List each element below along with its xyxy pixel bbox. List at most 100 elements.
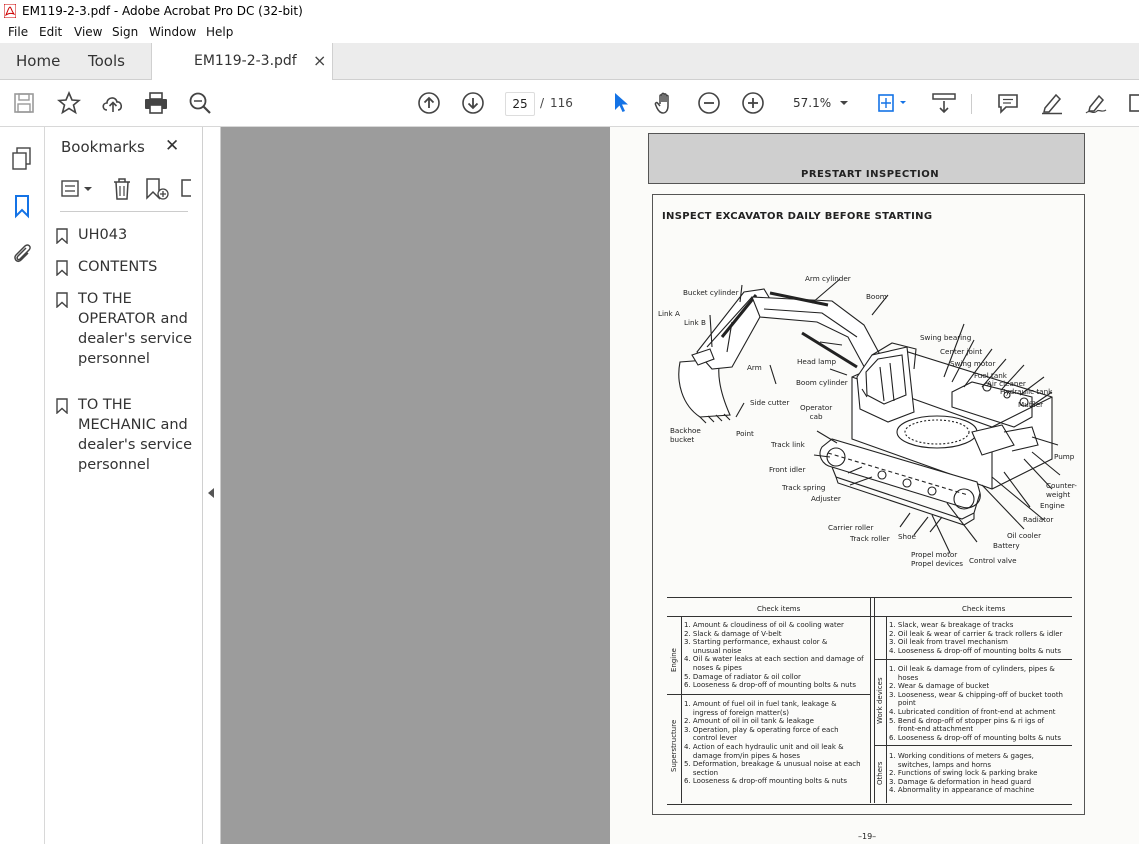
label-boom: Boom bbox=[866, 292, 887, 301]
new-bookmark-icon[interactable] bbox=[143, 177, 171, 201]
comment-icon[interactable] bbox=[995, 91, 1021, 115]
label-track-roller: Track roller bbox=[850, 534, 890, 543]
label-control-valve: Control valve bbox=[969, 556, 1017, 565]
page-total: 116 bbox=[550, 96, 573, 110]
bookmark-icon bbox=[56, 292, 68, 308]
page-header-title: PRESTART INSPECTION bbox=[801, 169, 940, 180]
left-rail bbox=[0, 127, 45, 844]
label-counterweight: Counter- weight bbox=[1046, 481, 1077, 499]
highlight-pen-icon[interactable] bbox=[1039, 91, 1065, 115]
tab-tools[interactable]: Tools bbox=[88, 43, 125, 79]
bookmark-options-icon[interactable] bbox=[60, 177, 96, 201]
zoom-search-icon[interactable] bbox=[188, 91, 214, 115]
toolbar: 25 / 116 57.1% bbox=[0, 80, 1139, 127]
bookmark-item[interactable]: TO THE MECHANIC and dealer's service per… bbox=[56, 395, 202, 475]
bookmark-icon bbox=[56, 398, 68, 414]
delete-trash-icon[interactable] bbox=[109, 177, 135, 201]
bookmarks-panel-icon[interactable] bbox=[10, 192, 34, 220]
table-header-rule bbox=[667, 616, 1072, 617]
star-bookmark-icon[interactable] bbox=[56, 91, 82, 115]
zoom-in-icon[interactable] bbox=[740, 91, 766, 115]
bookmarks-panel: Bookmarks ✕ UH043 CONTENTS TO THE OPERAT… bbox=[45, 127, 203, 844]
label-arm: Arm bbox=[747, 363, 762, 372]
window-title: EM119-2-3.pdf - Adobe Acrobat Pro DC (32… bbox=[22, 4, 303, 18]
menu-bar: File Edit View Sign Window Help bbox=[0, 22, 1139, 43]
next-page-icon[interactable] bbox=[460, 91, 486, 115]
bookmark-item[interactable]: TO THE OPERATOR and dealer's service per… bbox=[56, 289, 202, 369]
label-adjuster: Adjuster bbox=[811, 494, 841, 503]
upload-cloud-icon[interactable] bbox=[100, 91, 126, 115]
bookmark-label: TO THE MECHANIC and dealer's service per… bbox=[78, 397, 193, 473]
label-swing-bearing: Swing bearing bbox=[920, 333, 972, 342]
inspection-heading: INSPECT EXCAVATOR DAILY BEFORE STARTING bbox=[662, 211, 933, 222]
table-section-rule bbox=[874, 745, 1072, 746]
save-icon[interactable] bbox=[12, 91, 36, 115]
expand-bookmark-icon[interactable] bbox=[179, 177, 191, 201]
bookmark-label: TO THE OPERATOR and dealer's service per… bbox=[78, 291, 193, 367]
tab-document[interactable]: EM119-2-3.pdf × bbox=[151, 43, 333, 80]
menu-file[interactable]: File bbox=[8, 25, 28, 39]
label-hydraulic-tank: Hydraulic tank bbox=[1000, 387, 1053, 396]
superstructure-check-items: 1. Amount of fuel oil in fuel tank, leak… bbox=[684, 700, 861, 786]
panel-collapse-handle[interactable] bbox=[203, 127, 221, 844]
undercarriage-check-items: 1. Slack, wear & breakage of tracks 2. O… bbox=[889, 621, 1063, 655]
label-track-link: Track link bbox=[771, 440, 805, 449]
tab-close-icon[interactable]: × bbox=[313, 51, 326, 70]
table-header-right: Check items bbox=[962, 605, 1006, 613]
bookmark-item[interactable]: UH043 bbox=[56, 225, 202, 245]
toolbar-divider bbox=[971, 94, 972, 114]
label-operator-cab: Operator cab bbox=[800, 403, 833, 421]
label-side-cutter: Side cutter bbox=[750, 398, 790, 407]
section-superstructure-label: Superstructure bbox=[670, 719, 678, 772]
bookmarks-title: Bookmarks bbox=[61, 138, 145, 156]
previous-page-icon[interactable] bbox=[416, 91, 442, 115]
label-link-a: Link A bbox=[658, 309, 680, 318]
collapse-arrow-icon bbox=[208, 488, 214, 498]
page-thumbnails-icon[interactable] bbox=[10, 145, 34, 173]
table-section-rule bbox=[667, 694, 870, 695]
page-separator: / bbox=[540, 96, 545, 110]
page-header-band: PRESTART INSPECTION bbox=[648, 133, 1085, 184]
zoom-dropdown[interactable]: 57.1% bbox=[785, 92, 855, 114]
table-label-rule bbox=[886, 616, 887, 803]
select-pointer-icon[interactable] bbox=[609, 91, 633, 115]
label-muffler: Muffler bbox=[1018, 400, 1044, 409]
panel-divider bbox=[60, 211, 188, 212]
zoom-value: 57.1% bbox=[793, 96, 832, 110]
sign-pen-icon[interactable] bbox=[1083, 91, 1109, 115]
label-pump: Pump bbox=[1054, 452, 1075, 461]
others-check-items: 1. Working conditions of meters & gages,… bbox=[889, 752, 1038, 795]
scroll-mode-icon[interactable] bbox=[930, 91, 958, 115]
section-engine-label: Engine bbox=[670, 648, 678, 672]
label-propel-devices: Propel devices bbox=[911, 559, 964, 568]
hand-tool-icon[interactable] bbox=[652, 91, 678, 115]
page-number-input[interactable]: 25 bbox=[505, 92, 535, 116]
table-label-rule bbox=[681, 616, 682, 803]
label-link-b: Link B bbox=[684, 318, 706, 327]
table-section-rule bbox=[874, 659, 1072, 660]
label-swing-motor: Swing motor bbox=[950, 359, 996, 368]
bookmark-icon bbox=[56, 228, 68, 244]
tab-home[interactable]: Home bbox=[16, 43, 60, 79]
label-front-idler: Front idler bbox=[769, 465, 806, 474]
menu-window[interactable]: Window bbox=[149, 25, 196, 39]
zoom-out-icon[interactable] bbox=[696, 91, 722, 115]
menu-sign[interactable]: Sign bbox=[112, 25, 138, 39]
more-tools-icon[interactable] bbox=[1124, 91, 1139, 115]
menu-help[interactable]: Help bbox=[206, 25, 233, 39]
bookmark-item[interactable]: CONTENTS bbox=[56, 257, 202, 277]
page-number-footer: –19– bbox=[858, 832, 877, 841]
menu-view[interactable]: View bbox=[74, 25, 102, 39]
table-divider bbox=[874, 597, 875, 803]
label-engine: Engine bbox=[1040, 501, 1065, 510]
print-icon[interactable] bbox=[143, 91, 169, 115]
attachments-icon[interactable] bbox=[10, 239, 34, 267]
work-devices-check-items: 1. Oil leak & damage from of cylinders, … bbox=[889, 665, 1063, 742]
menu-edit[interactable]: Edit bbox=[39, 25, 62, 39]
close-icon[interactable]: ✕ bbox=[165, 136, 179, 156]
label-center-joint: Center joint bbox=[940, 347, 983, 356]
tab-bar: Home Tools EM119-2-3.pdf × bbox=[0, 43, 1139, 80]
section-work-devices-label: Work devices bbox=[876, 677, 884, 724]
fit-page-icon[interactable] bbox=[876, 91, 910, 115]
label-arm-cylinder: Arm cylinder bbox=[805, 274, 851, 283]
